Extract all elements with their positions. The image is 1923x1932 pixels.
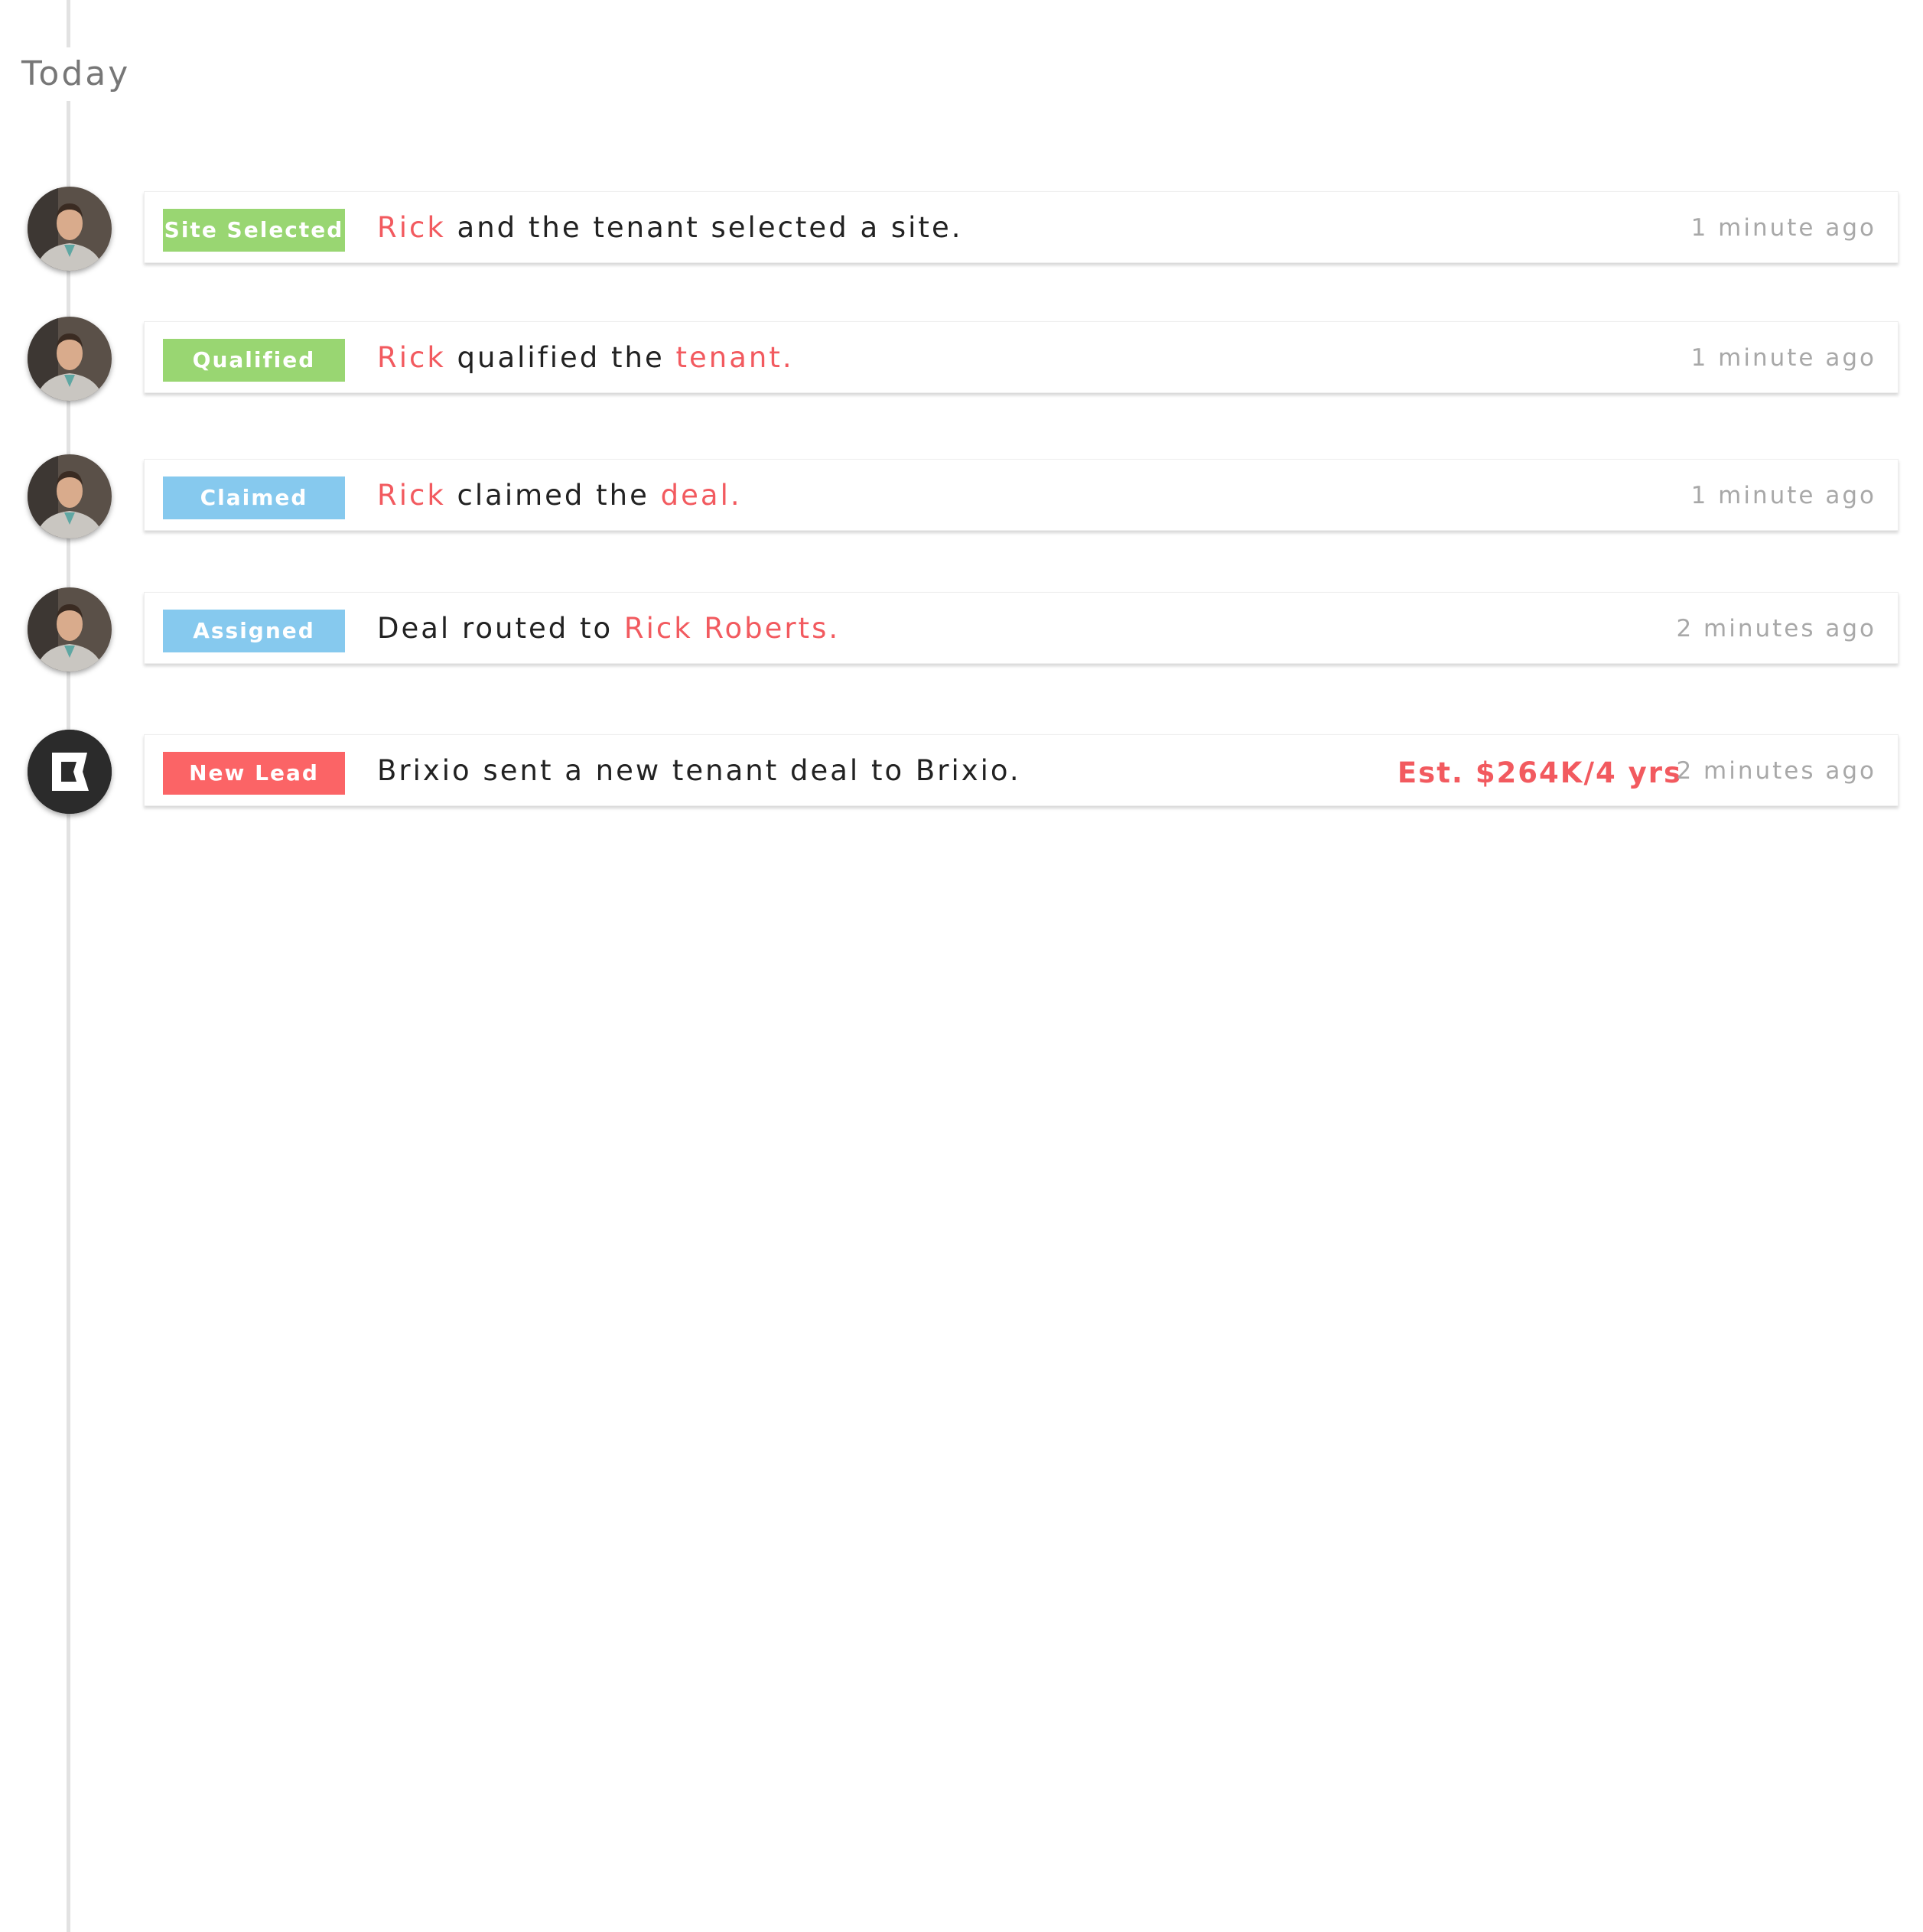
event-timestamp: 1 minute ago [1690,482,1876,509]
event-timestamp: 2 minutes ago [1676,757,1876,785]
event-message: Rick and the tenant selected a site. [377,192,962,264]
deal-estimate: Est. $264K/4 yrs [1397,756,1682,789]
user-avatar[interactable] [28,587,112,672]
event-card[interactable]: New Lead Brixio sent a new tenant deal t… [144,734,1899,806]
user-avatar[interactable] [28,187,112,271]
section-label-today: Today [15,47,137,101]
timeline-entry: Assigned Deal routed to Rick Roberts. 2 … [0,587,1923,672]
status-badge-label: Claimed [200,485,308,510]
status-badge-label: Assigned [193,618,315,643]
timeline-line [67,0,70,1932]
timeline-entry: New Lead Brixio sent a new tenant deal t… [0,730,1923,814]
user-avatar-icon [28,317,112,401]
event-message-text: Brixio sent a new tenant deal to Brixio. [377,754,1021,787]
event-card[interactable]: Qualified Rick qualified the tenant. 1 m… [144,321,1899,393]
timeline-entry: Claimed Rick claimed the deal. 1 minute … [0,454,1923,538]
user-avatar-icon [28,587,112,672]
brixio-logo-icon [28,730,112,814]
status-badge: Site Selected [163,209,345,252]
user-avatar[interactable] [28,317,112,401]
event-message-text: and the tenant selected a site. [445,211,963,244]
deal-link[interactable]: deal. [661,479,742,512]
user-link[interactable]: Rick Roberts. [624,612,840,645]
user-avatar-icon [28,187,112,271]
event-card[interactable]: Site Selected Rick and the tenant select… [144,191,1899,263]
timeline-entry: Qualified Rick qualified the tenant. 1 m… [0,317,1923,401]
user-avatar[interactable] [28,454,112,538]
event-message-text: claimed the [445,479,661,512]
user-link[interactable]: Rick [377,211,446,244]
event-card[interactable]: Claimed Rick claimed the deal. 1 minute … [144,459,1899,531]
user-link[interactable]: Rick [377,479,446,512]
event-card[interactable]: Assigned Deal routed to Rick Roberts. 2 … [144,592,1899,664]
event-timestamp: 1 minute ago [1690,344,1876,372]
event-message: Rick claimed the deal. [377,460,742,532]
event-message: Brixio sent a new tenant deal to Brixio. [377,735,1021,807]
status-badge: Claimed [163,476,345,519]
event-timestamp: 1 minute ago [1690,214,1876,242]
event-message: Deal routed to Rick Roberts. [377,593,840,665]
event-message-text: qualified the [445,341,676,374]
user-link[interactable]: Rick [377,341,446,374]
brixio-avatar[interactable] [28,730,112,814]
event-timestamp: 2 minutes ago [1676,615,1876,642]
status-badge: Assigned [163,610,345,652]
status-badge-label: Site Selected [164,217,344,242]
status-badge-label: Qualified [192,347,316,372]
status-badge-label: New Lead [189,760,319,785]
status-badge: New Lead [163,752,345,795]
status-badge: Qualified [163,339,345,382]
timeline-entry: Site Selected Rick and the tenant select… [0,187,1923,271]
tenant-link[interactable]: tenant. [676,341,794,374]
event-message: Rick qualified the tenant. [377,322,794,394]
event-message-text: Deal routed to [377,612,624,645]
user-avatar-icon [28,454,112,538]
